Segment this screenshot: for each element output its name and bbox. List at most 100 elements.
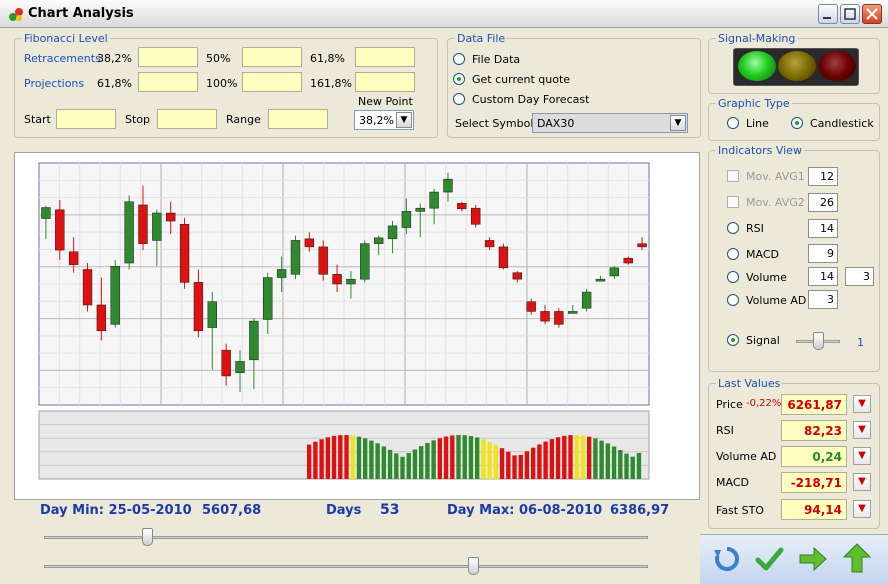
volume-field[interactable]: 14	[808, 267, 838, 286]
volume-bar	[531, 447, 536, 479]
projection-label-2: 100%	[206, 77, 238, 90]
volume-bar	[462, 435, 467, 479]
line-label: Line	[746, 117, 769, 130]
retracements-label: Retracements	[24, 52, 101, 65]
volume-field-2[interactable]: 3	[845, 267, 874, 286]
start-field[interactable]	[56, 109, 116, 129]
projection-label-3: 161,8%	[310, 77, 352, 90]
macd-value: -218,71	[781, 472, 847, 493]
refresh-icon[interactable]	[712, 544, 742, 574]
candle-body	[429, 191, 439, 209]
candle-body	[263, 277, 273, 320]
red-light-icon	[818, 51, 856, 81]
volume-bar	[555, 437, 561, 479]
signal-label: Signal	[746, 334, 780, 347]
candle-body	[595, 278, 606, 282]
volume-bar	[537, 444, 542, 479]
candle-body	[401, 211, 412, 228]
macd-value-label: MACD	[716, 476, 749, 489]
volume-bar	[518, 454, 523, 479]
indicators-title: Indicators View	[716, 144, 804, 157]
mov-avg1-field[interactable]: 12	[808, 167, 838, 186]
symbol-dropdown-icon[interactable]: ▼	[670, 115, 686, 131]
rsi-value: 82,23	[781, 420, 847, 441]
minimize-button[interactable]	[818, 4, 838, 24]
rsi-radio[interactable]	[727, 222, 739, 234]
close-button[interactable]	[862, 4, 882, 24]
volume-label: Volume	[746, 271, 787, 284]
candle-body	[373, 237, 384, 244]
end-range-slider-thumb[interactable]	[467, 557, 479, 575]
retracement-field-3[interactable]	[355, 47, 415, 67]
candle-body	[41, 207, 51, 219]
projection-field-3[interactable]	[355, 72, 415, 92]
day-min: Day Min: 25-05-2010	[40, 503, 192, 518]
volume-bar	[394, 453, 399, 479]
start-range-slider-thumb[interactable]	[141, 528, 153, 546]
candle-body	[179, 224, 190, 283]
rsi-field[interactable]: 14	[808, 219, 838, 238]
volume-ad-down-icon[interactable]: ▼	[853, 447, 871, 465]
check-icon[interactable]	[754, 544, 784, 574]
projection-field-1[interactable]	[138, 72, 198, 92]
symbol-select[interactable]: DAX30	[532, 113, 688, 133]
file-data-radio[interactable]	[453, 53, 465, 65]
candlestick-radio[interactable]	[791, 117, 803, 129]
mov-avg2-field[interactable]: 26	[808, 193, 838, 212]
price-label: Price	[716, 398, 743, 411]
retracement-field-1[interactable]	[138, 47, 198, 67]
volume-radio[interactable]	[727, 271, 739, 283]
candle-body	[166, 212, 176, 222]
range-label: Range	[226, 113, 261, 126]
volume-bar	[580, 435, 586, 479]
macd-field[interactable]: 9	[808, 244, 838, 263]
volume-ad-field[interactable]: 3	[808, 290, 838, 309]
end-range-slider-track[interactable]	[44, 565, 648, 568]
candle-body	[498, 246, 509, 269]
volume-bar	[425, 443, 430, 479]
volume-ad-radio[interactable]	[727, 294, 739, 306]
maximize-button[interactable]	[840, 4, 860, 24]
custom-forecast-radio[interactable]	[453, 93, 465, 105]
fast-sto-down-icon[interactable]: ▼	[853, 500, 871, 518]
candle-body	[346, 278, 356, 285]
price-down-icon[interactable]: ▼	[853, 395, 871, 413]
candlestick-label: Candlestick	[810, 117, 874, 130]
macd-down-icon[interactable]: ▼	[853, 473, 871, 491]
arrow-right-icon[interactable]	[798, 544, 828, 574]
candle-body	[152, 212, 162, 241]
volume-bar	[356, 436, 362, 479]
line-radio[interactable]	[727, 117, 739, 129]
volume-bar	[587, 436, 592, 479]
range-field[interactable]	[268, 109, 328, 129]
projection-field-2[interactable]	[242, 72, 302, 92]
arrow-up-icon[interactable]	[842, 542, 872, 574]
volume-bar	[574, 435, 579, 479]
current-quote-radio[interactable]	[453, 73, 465, 85]
volume-bar	[506, 451, 511, 479]
current-quote-label: Get current quote	[472, 73, 571, 86]
rsi-down-icon[interactable]: ▼	[853, 421, 871, 439]
volume-bar	[568, 435, 573, 479]
volume-bar	[450, 435, 455, 479]
candle-body	[387, 225, 398, 240]
macd-radio[interactable]	[727, 248, 739, 260]
stop-field[interactable]	[157, 109, 217, 129]
volume-bar	[618, 449, 623, 479]
signal-slider-thumb[interactable]	[813, 332, 824, 350]
volume-bar	[487, 441, 492, 479]
chevron-down-icon[interactable]: ▼	[396, 112, 412, 128]
candle-body	[568, 311, 578, 314]
volume-bar	[419, 446, 424, 479]
volume-bar	[406, 453, 411, 479]
volume-bar	[344, 435, 349, 479]
retracement-field-2[interactable]	[242, 47, 302, 67]
last-values-title: Last Values	[716, 377, 783, 390]
mov-avg2-checkbox[interactable]	[727, 196, 739, 208]
start-range-slider-track[interactable]	[44, 536, 648, 539]
volume-bar	[549, 439, 555, 479]
volume-bar	[512, 455, 517, 479]
volume-bar	[363, 438, 368, 479]
signal-radio[interactable]	[727, 334, 739, 346]
mov-avg1-checkbox[interactable]	[727, 170, 739, 182]
